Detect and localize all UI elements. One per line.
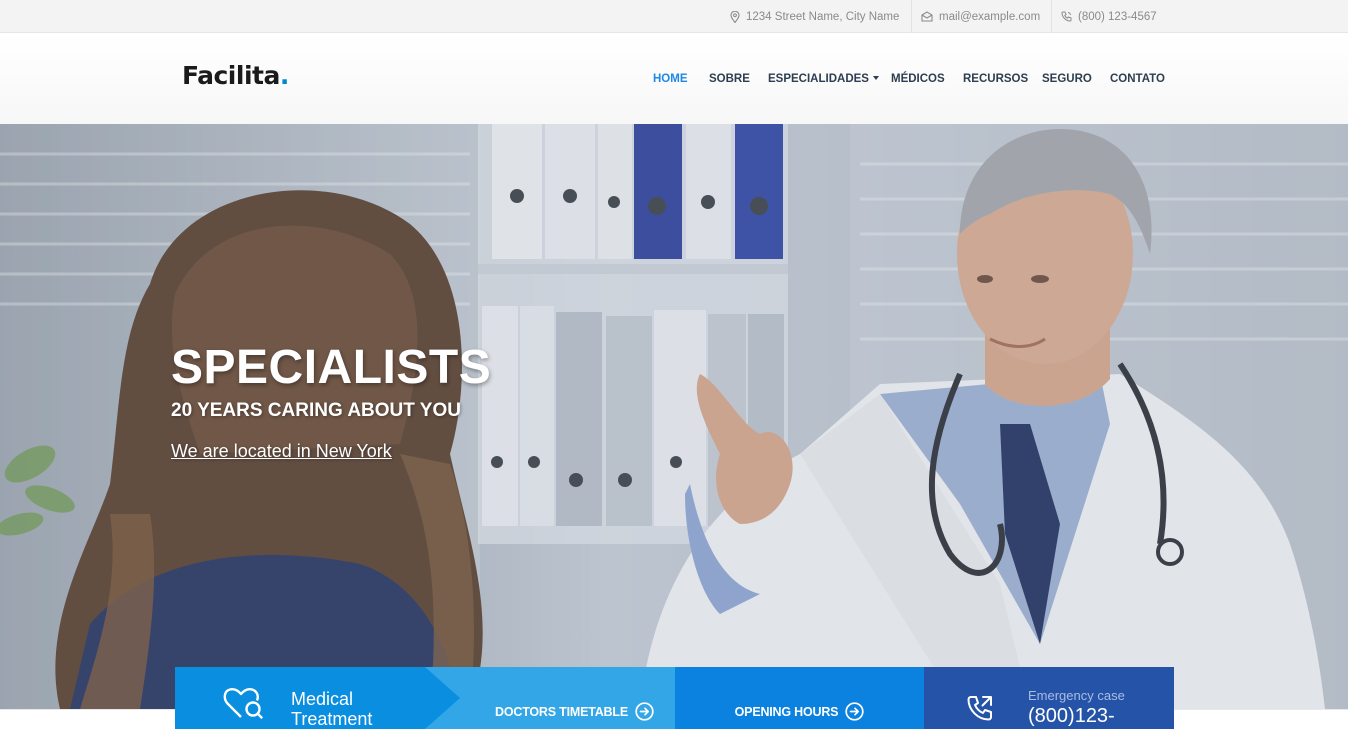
address-info: 1234 Street Name, City Name <box>730 0 899 33</box>
logo-dot: . <box>279 61 290 90</box>
phone-info[interactable]: (800) 123-4567 <box>1061 0 1157 33</box>
nav-contato[interactable]: CONTATO <box>1110 73 1165 85</box>
arrow-circle-right-icon <box>845 702 864 721</box>
hero-section: SPECIALISTS 20 YEARS CARING ABOUT YOU We… <box>0 124 1348 709</box>
phone-text[interactable]: (800) 123-4567 <box>1078 11 1157 23</box>
nav-home[interactable]: HOME <box>653 73 688 85</box>
emergency-case-box[interactable]: Emergency case (800)123- <box>924 667 1174 729</box>
topbar-divider <box>911 0 912 33</box>
opening-hours-cta[interactable]: OPENING HOURS <box>675 702 924 721</box>
nav-medicos[interactable]: MÉDICOS <box>891 73 945 85</box>
email-info[interactable]: mail@example.com <box>921 0 1040 33</box>
nav-seguro[interactable]: SEGURO <box>1042 73 1092 85</box>
hero-title: SPECIALISTS <box>171 341 492 394</box>
doctors-timetable-box[interactable]: DOCTORS TIMETABLE <box>424 667 675 729</box>
site-logo[interactable]: Facilita. <box>182 61 289 90</box>
opening-hours-box[interactable]: OPENING HOURS <box>675 667 924 729</box>
nav-especialidades-label: ESPECIALIDADES <box>768 72 869 85</box>
medical-treatment-line1: Medical <box>291 689 354 709</box>
nav-sobre[interactable]: SOBRE <box>709 73 750 85</box>
topbar-divider <box>1051 0 1052 33</box>
emergency-case-label: Emergency case <box>1028 688 1125 703</box>
nav-recursos[interactable]: RECURSOS <box>963 73 1028 85</box>
medical-treatment-box[interactable]: Medical Treatment <box>175 667 460 729</box>
caret-down-icon <box>872 76 879 81</box>
doctors-timetable-cta[interactable]: DOCTORS TIMETABLE <box>424 702 675 721</box>
map-pin-icon <box>730 10 740 23</box>
emergency-phone-number[interactable]: (800)123- <box>1028 705 1115 728</box>
nav-especialidades[interactable]: ESPECIALIDADES <box>768 73 879 85</box>
email-text[interactable]: mail@example.com <box>939 11 1040 23</box>
medical-treatment-label: Medical Treatment <box>291 689 372 729</box>
logo-text: Facilita <box>182 61 280 90</box>
medical-treatment-line2: Treatment <box>291 709 373 729</box>
phone-icon <box>1061 11 1072 22</box>
phone-call-icon <box>967 696 992 721</box>
hero-location-link[interactable]: We are located in New York <box>171 441 392 462</box>
arrow-circle-right-icon <box>635 702 654 721</box>
heart-search-icon <box>223 688 263 719</box>
hero-subtitle: 20 YEARS CARING ABOUT YOU <box>171 400 461 421</box>
main-header: Facilita. HOME SOBRE ESPECIALIDADES MÉDI… <box>0 33 1348 124</box>
top-info-bar: 1234 Street Name, City Name mail@example… <box>0 0 1348 33</box>
opening-hours-label: OPENING HOURS <box>734 704 839 719</box>
doctors-timetable-label: DOCTORS TIMETABLE <box>495 704 628 719</box>
address-text: 1234 Street Name, City Name <box>746 10 900 23</box>
envelope-icon <box>921 11 933 22</box>
